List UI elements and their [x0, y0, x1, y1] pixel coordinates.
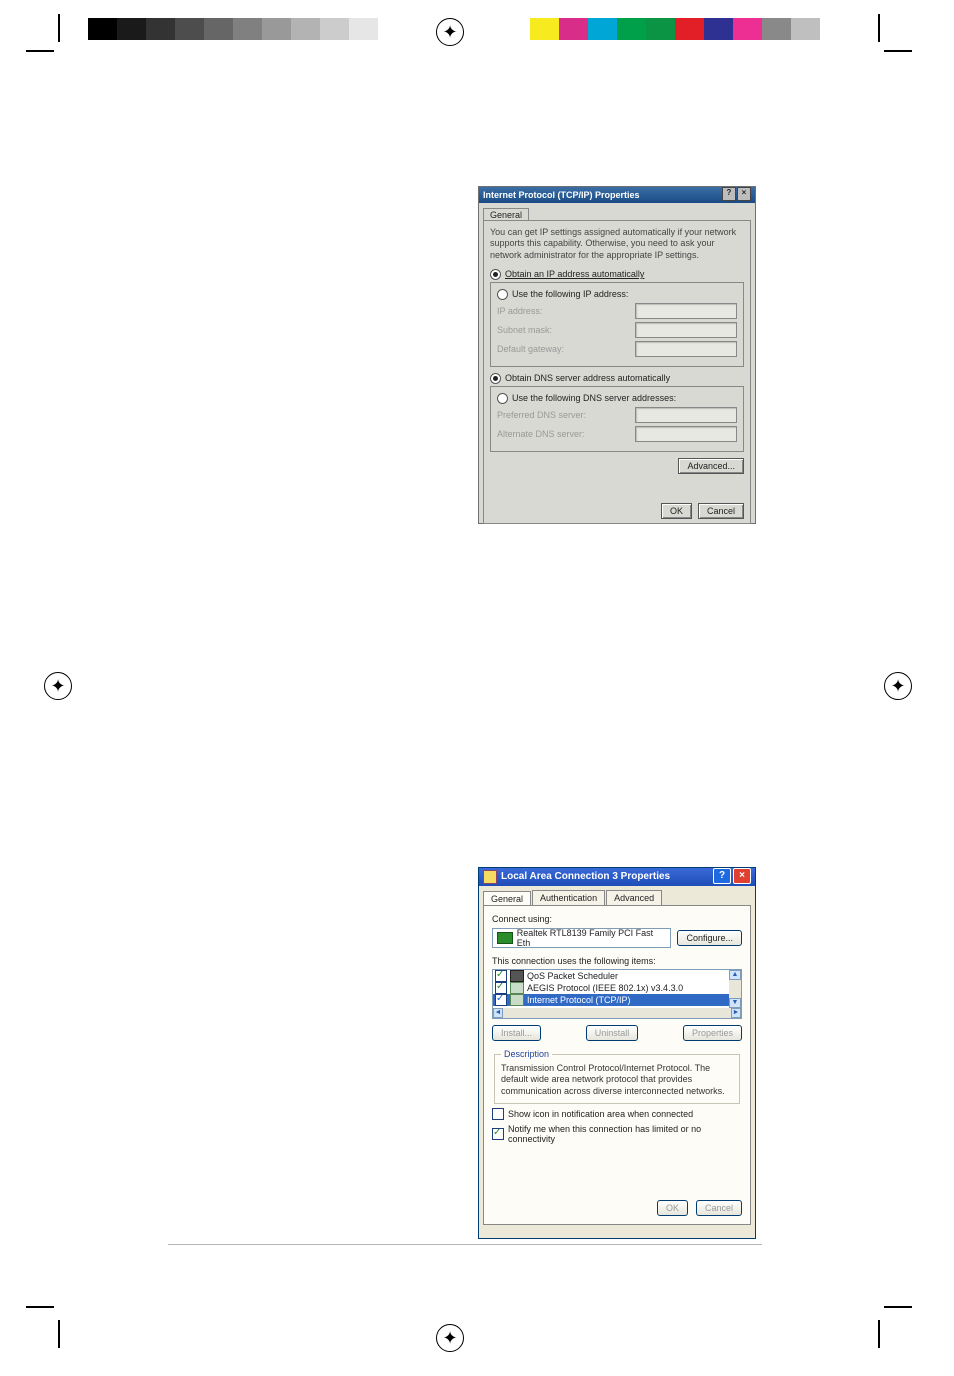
items-label: This connection uses the following items… — [492, 956, 742, 966]
description-text: Transmission Control Protocol/Internet P… — [501, 1063, 733, 1097]
registration-mark — [44, 672, 72, 700]
network-adapter-name: Realtek RTL8139 Family PCI Fast Eth — [517, 928, 667, 948]
checkbox-icon[interactable] — [492, 1128, 504, 1140]
uninstall-button[interactable]: Uninstall — [586, 1025, 639, 1041]
close-button[interactable]: × — [733, 868, 751, 884]
list-item-label: QoS Packet Scheduler — [527, 971, 618, 981]
cancel-button[interactable]: Cancel — [698, 503, 744, 519]
registration-mark — [436, 1324, 464, 1352]
dialog-title: Internet Protocol (TCP/IP) Properties — [483, 187, 640, 203]
radio-label: Obtain DNS server address automatically — [505, 373, 670, 383]
list-item-label: AEGIS Protocol (IEEE 802.1x) v3.4.3.0 — [527, 983, 683, 993]
install-button[interactable]: Install... — [492, 1025, 541, 1041]
dialog-titlebar[interactable]: Local Area Connection 3 Properties ? × — [479, 868, 755, 886]
dialog-titlebar[interactable]: Internet Protocol (TCP/IP) Properties ? … — [479, 187, 755, 203]
list-item[interactable]: AEGIS Protocol (IEEE 802.1x) v3.4.3.0 — [493, 982, 741, 994]
preferred-dns-field[interactable] — [635, 407, 737, 423]
protocol-icon — [510, 994, 524, 1006]
color-colorbar — [530, 18, 820, 40]
radio-icon — [497, 393, 508, 404]
network-adapter-field[interactable]: Realtek RTL8139 Family PCI Fast Eth — [492, 928, 671, 948]
lan-connection-properties-dialog: Local Area Connection 3 Properties ? × G… — [478, 867, 756, 1239]
crop-mark — [878, 1320, 880, 1348]
help-button[interactable]: ? — [722, 187, 736, 201]
crop-mark — [878, 14, 880, 42]
grayscale-colorbar — [88, 18, 378, 40]
scroll-down-icon[interactable]: ▼ — [729, 998, 741, 1008]
radio-icon — [490, 269, 501, 280]
radio-obtain-dns-auto[interactable]: Obtain DNS server address automatically — [490, 373, 744, 384]
radio-use-following-ip[interactable]: Use the following IP address: — [497, 289, 737, 300]
footer-divider — [168, 1244, 762, 1245]
crop-mark — [58, 1320, 60, 1348]
description-legend: Description — [501, 1049, 552, 1059]
scroll-up-icon[interactable]: ▲ — [729, 970, 741, 980]
show-icon-checkbox-row[interactable]: Show icon in notification area when conn… — [492, 1108, 742, 1120]
scroll-right-icon[interactable]: ► — [731, 1008, 741, 1018]
default-gateway-label: Default gateway: — [497, 344, 564, 354]
radio-obtain-ip-auto[interactable]: Obtain an IP address automatically — [490, 269, 744, 280]
dialog-title: Local Area Connection 3 Properties — [501, 868, 670, 886]
subnet-mask-label: Subnet mask: — [497, 325, 552, 335]
list-item-label: Internet Protocol (TCP/IP) — [527, 995, 631, 1005]
radio-use-following-dns[interactable]: Use the following DNS server addresses: — [497, 393, 737, 404]
alternate-dns-field[interactable] — [635, 426, 737, 442]
description-group: Description Transmission Control Protoco… — [494, 1049, 740, 1104]
tcpip-properties-dialog: Internet Protocol (TCP/IP) Properties ? … — [478, 186, 756, 524]
ip-address-field[interactable] — [635, 303, 737, 319]
checkbox-label: Show icon in notification area when conn… — [508, 1109, 693, 1119]
subnet-mask-field[interactable] — [635, 322, 737, 338]
alternate-dns-label: Alternate DNS server: — [497, 429, 585, 439]
ok-button[interactable]: OK — [661, 503, 692, 519]
scheduler-icon — [510, 970, 524, 982]
vertical-scrollbar[interactable]: ▲ ▼ — [729, 970, 741, 1008]
horizontal-scrollbar[interactable]: ◄ ► — [493, 1008, 741, 1018]
nic-icon — [497, 932, 513, 944]
checkbox-icon[interactable] — [495, 994, 507, 1006]
checkbox-icon[interactable] — [492, 1108, 504, 1120]
notify-limited-checkbox-row[interactable]: Notify me when this connection has limit… — [492, 1124, 742, 1144]
radio-label: Use the following DNS server addresses: — [512, 393, 676, 403]
tab-authentication[interactable]: Authentication — [532, 890, 605, 905]
registration-mark — [884, 672, 912, 700]
checkbox-label: Notify me when this connection has limit… — [508, 1124, 742, 1144]
crop-mark — [884, 50, 912, 52]
crop-mark — [26, 50, 54, 52]
tab-advanced[interactable]: Advanced — [606, 890, 662, 905]
radio-icon — [497, 289, 508, 300]
crop-mark — [884, 1306, 912, 1308]
scroll-left-icon[interactable]: ◄ — [493, 1008, 503, 1018]
preferred-dns-label: Preferred DNS server: — [497, 410, 586, 420]
info-text: You can get IP settings assigned automat… — [490, 227, 744, 261]
default-gateway-field[interactable] — [635, 341, 737, 357]
list-item[interactable]: QoS Packet Scheduler — [493, 970, 741, 982]
help-button[interactable]: ? — [713, 868, 731, 884]
radio-icon — [490, 373, 501, 384]
tab-general[interactable]: General — [483, 891, 531, 906]
list-item-selected[interactable]: Internet Protocol (TCP/IP) — [493, 994, 741, 1006]
ok-button[interactable]: OK — [657, 1200, 688, 1216]
connection-icon — [483, 870, 497, 884]
crop-mark — [26, 1306, 54, 1308]
connection-items-list[interactable]: QoS Packet Scheduler AEGIS Protocol (IEE… — [492, 969, 742, 1019]
radio-label: Use the following IP address: — [512, 289, 628, 299]
registration-mark — [436, 18, 464, 46]
close-button[interactable]: × — [737, 187, 751, 201]
connect-using-label: Connect using: — [492, 914, 742, 924]
radio-label: Obtain an IP address automatically — [505, 269, 644, 279]
protocol-icon — [510, 982, 524, 994]
properties-button[interactable]: Properties — [683, 1025, 742, 1041]
configure-button[interactable]: Configure... — [677, 930, 742, 946]
ip-address-label: IP address: — [497, 306, 542, 316]
cancel-button[interactable]: Cancel — [696, 1200, 742, 1216]
crop-mark — [58, 14, 60, 42]
advanced-button[interactable]: Advanced... — [678, 458, 744, 474]
